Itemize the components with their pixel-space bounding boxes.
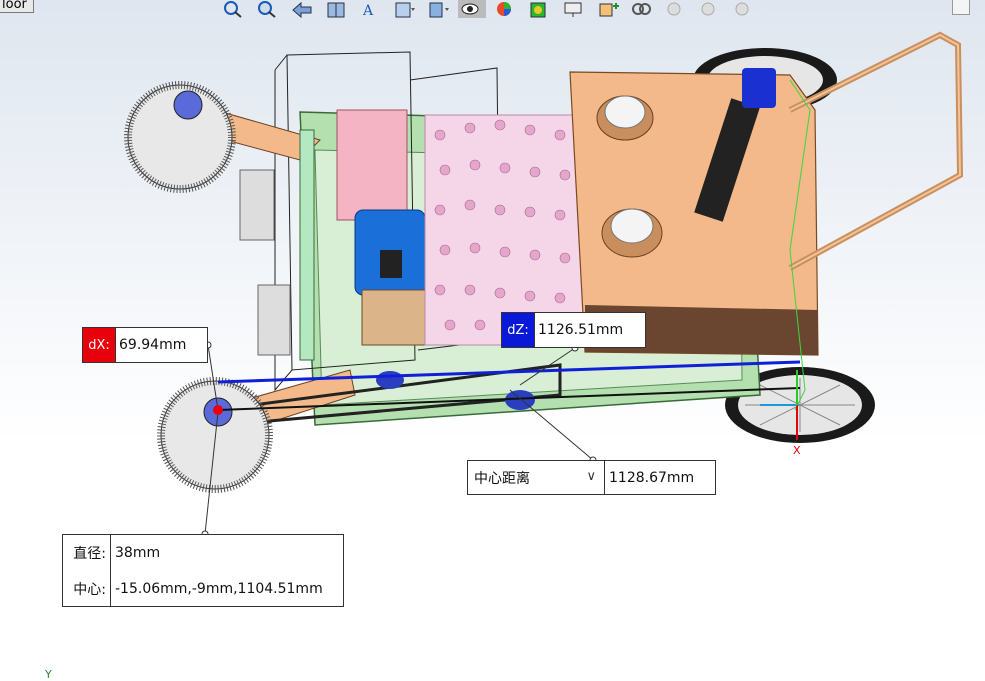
triad-y-label: Y bbox=[45, 668, 52, 681]
heads-up-toolbar: A bbox=[220, 0, 758, 22]
dynamic-annotation-icon[interactable]: A bbox=[356, 0, 384, 18]
suspension-spring-top bbox=[239, 169, 275, 241]
distance-value: 1128.67mm bbox=[609, 469, 695, 486]
edit-appearance-icon[interactable] bbox=[492, 0, 520, 18]
info-icon[interactable] bbox=[662, 0, 690, 18]
circle-info-callout[interactable]: 直径: 38mm 中心: -15.06mm,-9mm,1104.51mm bbox=[62, 534, 344, 607]
info-icon[interactable] bbox=[730, 0, 758, 18]
document-tab[interactable]: loor bbox=[0, 0, 34, 13]
dx-tag: dX: bbox=[83, 328, 116, 362]
section-view-icon[interactable] bbox=[322, 0, 350, 18]
mate-icon[interactable] bbox=[628, 0, 656, 18]
battery-box bbox=[336, 109, 408, 221]
view-orientation-icon[interactable] bbox=[390, 0, 418, 18]
diameter-value: 38mm bbox=[115, 545, 161, 561]
hide-show-items-icon[interactable] bbox=[458, 0, 486, 18]
suspension-spring-bottom bbox=[257, 284, 291, 356]
apply-scene-icon[interactable] bbox=[526, 0, 554, 18]
dz-callout[interactable]: dZ: 1126.51mm bbox=[501, 312, 646, 348]
dx-callout[interactable]: dX: 69.94mm bbox=[82, 327, 208, 363]
dz-value: 1126.51mm bbox=[538, 322, 624, 338]
dz-tag: dZ: bbox=[502, 313, 535, 347]
zoom-to-fit-icon[interactable] bbox=[220, 0, 248, 18]
previous-view-icon[interactable] bbox=[288, 0, 316, 18]
chevron-down-icon[interactable]: ∨ bbox=[586, 469, 596, 484]
window-restore-button[interactable] bbox=[952, 0, 970, 15]
distance-mode-select[interactable]: 中心距离 ∨ bbox=[467, 460, 605, 495]
gearbox bbox=[361, 289, 433, 346]
triad-x-label: X bbox=[793, 444, 801, 457]
distance-mode-label: 中心距离 bbox=[474, 470, 530, 487]
distance-callout[interactable]: 1128.67mm bbox=[604, 460, 716, 495]
center-value: -15.06mm,-9mm,1104.51mm bbox=[115, 581, 323, 597]
diameter-label: 直径: bbox=[63, 535, 111, 571]
svg-text:A: A bbox=[362, 3, 374, 18]
add-component-icon[interactable] bbox=[594, 0, 622, 18]
dx-value: 69.94mm bbox=[119, 337, 187, 353]
main-roller-brush bbox=[424, 114, 586, 346]
measure-point-circle bbox=[213, 405, 223, 415]
info-icon[interactable] bbox=[696, 0, 724, 18]
center-label: 中心: bbox=[63, 571, 111, 607]
zoom-area-icon[interactable] bbox=[254, 0, 282, 18]
view-settings-icon[interactable] bbox=[560, 0, 588, 18]
display-style-icon[interactable] bbox=[424, 0, 452, 18]
drive-shaft bbox=[299, 129, 315, 361]
